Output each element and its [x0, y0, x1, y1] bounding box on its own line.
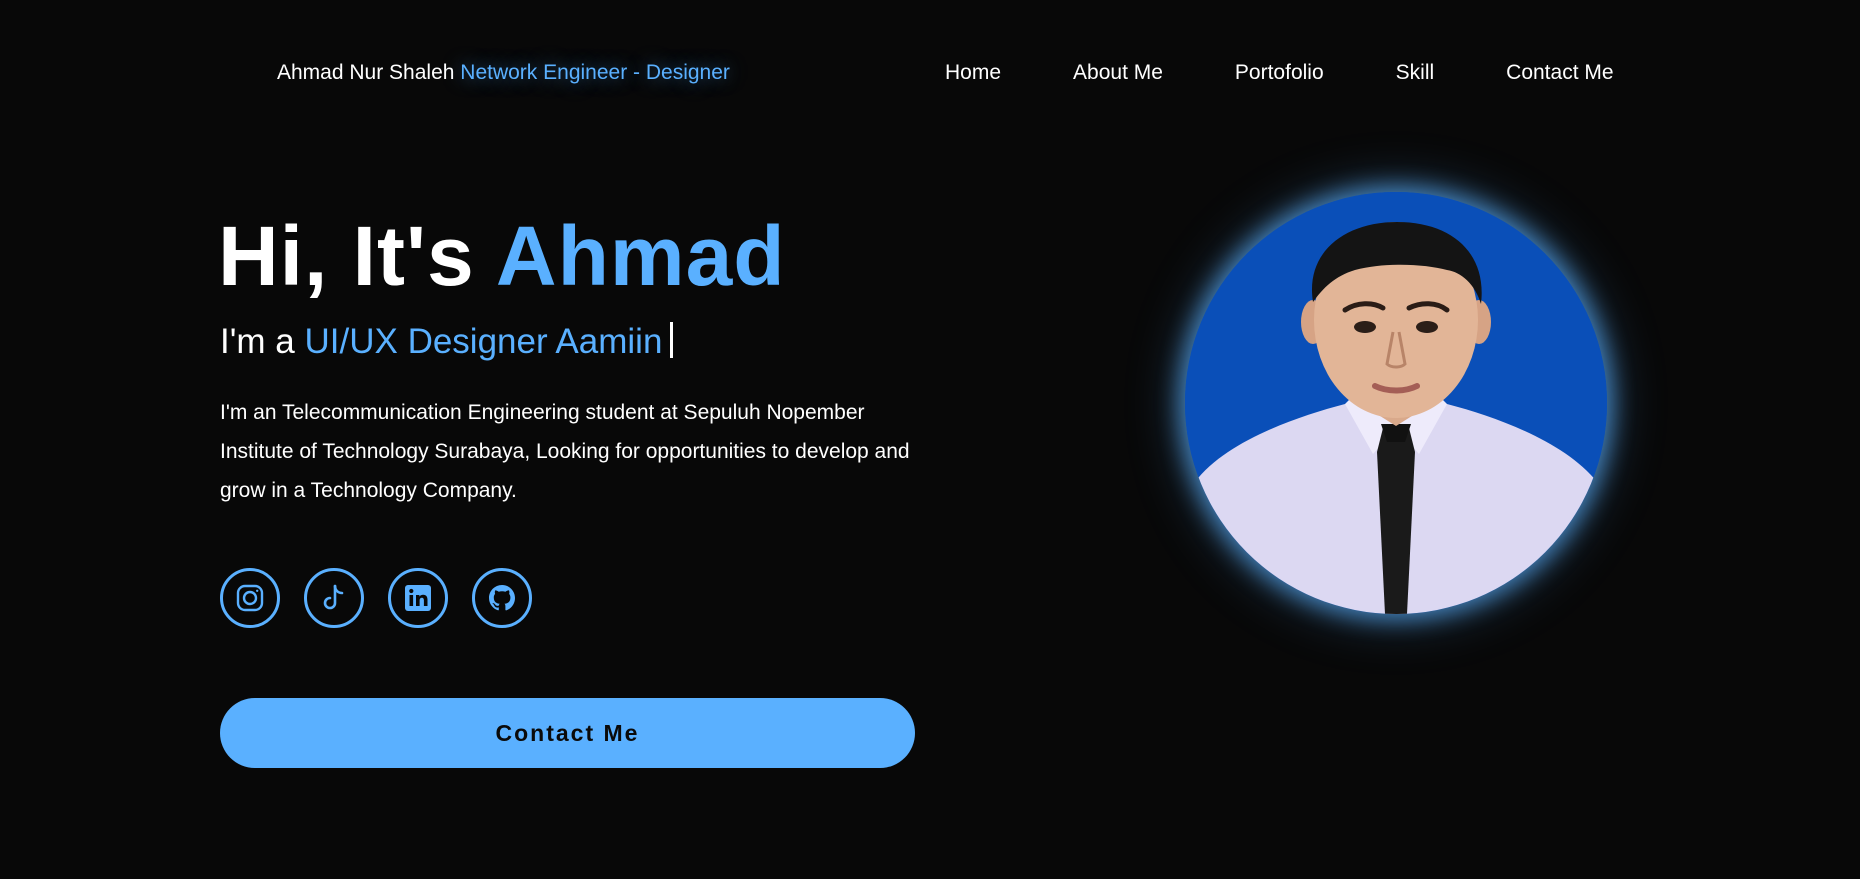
- logo-role: Network Engineer - Designer: [460, 61, 730, 84]
- nav-portofolio[interactable]: Portofolio: [1235, 60, 1324, 86]
- hero-sub-prefix: I'm a: [220, 322, 295, 361]
- nav-home[interactable]: Home: [945, 60, 1001, 86]
- hero-description: I'm an Telecommunication Engineering stu…: [220, 401, 910, 502]
- profile-photo: [1185, 192, 1607, 614]
- hero-greeting: Hi, It's: [218, 209, 475, 303]
- linkedin-link[interactable]: [388, 568, 448, 628]
- portfolio-page: Ahmad Nur Shaleh Network Engineer - Desi…: [0, 0, 1860, 879]
- contact-me-button[interactable]: Contact Me: [220, 698, 915, 768]
- tiktok-link[interactable]: [304, 568, 364, 628]
- site-header: Ahmad Nur Shaleh Network Engineer - Desi…: [0, 0, 1860, 156]
- nav-about-me[interactable]: About Me: [1073, 60, 1163, 86]
- hero-subtitle: I'm a UI/UX Designer Aamiin: [220, 321, 674, 363]
- tiktok-icon: [323, 584, 344, 610]
- nav-contact-me[interactable]: Contact Me: [1506, 60, 1613, 86]
- hero-title: Hi, It's Ahmad: [218, 206, 786, 306]
- hero-typed-text: UI/UX Designer Aamiin: [304, 322, 663, 361]
- hero-name: Ahmad: [495, 209, 786, 303]
- social-links: [220, 568, 556, 628]
- nav-skill[interactable]: Skill: [1396, 60, 1435, 86]
- logo-name: Ahmad Nur Shaleh: [277, 61, 455, 84]
- main-nav: Home About Me Portofolio Skill Contact M…: [945, 60, 1614, 86]
- site-logo[interactable]: Ahmad Nur Shaleh Network Engineer - Desi…: [277, 60, 730, 86]
- linkedin-icon: [405, 585, 431, 611]
- profile-photo-illustration: [1185, 192, 1607, 614]
- typing-cursor: [670, 322, 674, 358]
- github-icon: [489, 585, 515, 611]
- instagram-icon: [236, 584, 264, 612]
- instagram-link[interactable]: [220, 568, 280, 628]
- github-link[interactable]: [472, 568, 532, 628]
